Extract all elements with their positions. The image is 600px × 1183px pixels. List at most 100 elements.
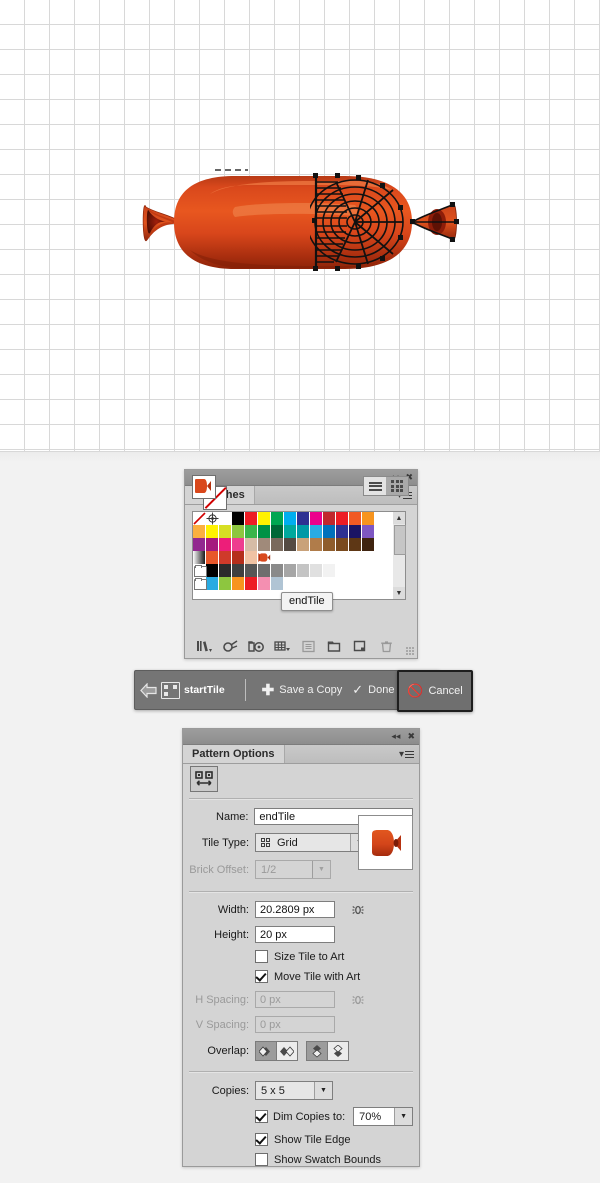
swatch-color[interactable]: [336, 538, 349, 551]
fill-stroke-indicator[interactable]: [192, 475, 232, 510]
swatch-color[interactable]: [245, 538, 258, 551]
swatch-color[interactable]: [297, 525, 310, 538]
chevron-down-icon[interactable]: ▼: [394, 1108, 413, 1125]
swatch-color[interactable]: [206, 538, 219, 551]
swatch-color[interactable]: [271, 577, 284, 590]
swatch-color[interactable]: [232, 538, 245, 551]
copies-select[interactable]: 5 x 5 ▼: [255, 1081, 333, 1100]
swatch-color[interactable]: [219, 564, 232, 577]
swatch-color[interactable]: [349, 512, 362, 525]
color-group-folder[interactable]: [193, 577, 207, 590]
color-group-icon[interactable]: [243, 637, 269, 655]
panel-menu-icon[interactable]: ▾: [399, 745, 419, 763]
swatch-color[interactable]: [297, 538, 310, 551]
salami-artwork[interactable]: [140, 160, 470, 285]
back-arrow-icon[interactable]: [135, 682, 161, 698]
link-dimensions-icon[interactable]: [351, 902, 365, 918]
library-icon[interactable]: [191, 637, 217, 655]
close-icon[interactable]: ✖: [407, 732, 415, 741]
swatch-color[interactable]: [258, 577, 271, 590]
swatch-color[interactable]: [206, 577, 219, 590]
pattern-tile-tool-icon[interactable]: [190, 766, 218, 792]
scroll-up-button[interactable]: ▲: [393, 512, 405, 524]
swatch-endtile-pattern[interactable]: [258, 551, 271, 564]
swatch-color[interactable]: [310, 512, 323, 525]
swatch-color[interactable]: [245, 551, 258, 564]
swatch-color[interactable]: [219, 551, 232, 564]
swatch-color[interactable]: [362, 538, 375, 551]
swatch-color[interactable]: [349, 538, 362, 551]
swatch-color[interactable]: [232, 577, 245, 590]
swatch-color[interactable]: [206, 525, 219, 538]
swatch-color[interactable]: [310, 564, 323, 577]
swatch-color[interactable]: [362, 512, 375, 525]
swatch-color[interactable]: [258, 564, 271, 577]
fill-pattern-swatch[interactable]: [192, 475, 216, 499]
swatch-color[interactable]: [245, 512, 258, 525]
swatch-color[interactable]: [193, 538, 206, 551]
swatch-color[interactable]: [258, 525, 271, 538]
done-button[interactable]: ✓ Done: [352, 682, 394, 698]
dim-copies-checkbox[interactable]: [255, 1110, 268, 1123]
swatch-color[interactable]: [284, 551, 297, 564]
swatch-color[interactable]: [245, 525, 258, 538]
swatch-color[interactable]: [284, 564, 297, 577]
swatch-color[interactable]: [232, 525, 245, 538]
show-swatch-bounds-checkbox[interactable]: [255, 1153, 268, 1166]
show-tile-edge-row[interactable]: Show Tile Edge: [183, 1133, 419, 1146]
overlap-bottom-in-front-button[interactable]: [306, 1041, 328, 1061]
swatch-color[interactable]: [206, 551, 219, 564]
move-tile-with-art-row[interactable]: Move Tile with Art: [183, 970, 419, 983]
swatch-color[interactable]: [349, 525, 362, 538]
list-view-button[interactable]: [364, 477, 386, 495]
scroll-down-button[interactable]: ▼: [393, 587, 405, 599]
swatch-color[interactable]: [245, 564, 258, 577]
swatch-color[interactable]: [284, 512, 297, 525]
size-tile-to-art-checkbox[interactable]: [255, 950, 268, 963]
swatch-color[interactable]: [258, 538, 271, 551]
size-tile-to-art-row[interactable]: Size Tile to Art: [183, 950, 419, 963]
swatch-color[interactable]: [336, 577, 349, 590]
swatch-gradient[interactable]: [193, 551, 206, 564]
swatch-color[interactable]: [297, 564, 310, 577]
swatch-view-modes[interactable]: [363, 476, 409, 496]
swatch-color[interactable]: [323, 577, 336, 590]
overlap-top-in-front-button[interactable]: [328, 1041, 349, 1061]
swatch-color[interactable]: [219, 538, 232, 551]
cancel-button[interactable]: 🚫 Cancel: [397, 670, 473, 712]
swatch-color[interactable]: [271, 538, 284, 551]
swatch-registration[interactable]: [206, 512, 219, 525]
swatch-color[interactable]: [323, 564, 336, 577]
swatch-color[interactable]: [284, 577, 297, 590]
overlap-right-in-front-button[interactable]: [277, 1041, 298, 1061]
swatch-color[interactable]: [219, 512, 232, 525]
swatch-color[interactable]: [336, 564, 349, 577]
show-tile-edge-checkbox[interactable]: [255, 1133, 268, 1146]
tile-type-select[interactable]: Grid ▼: [255, 833, 369, 852]
swatches-panel[interactable]: ◂◂ ✖ Swatches ▾: [184, 469, 418, 659]
swatch-color[interactable]: [193, 525, 206, 538]
link-swatch-icon[interactable]: [217, 637, 243, 655]
save-a-copy-button[interactable]: ✚ Save a Copy: [262, 683, 343, 698]
width-input[interactable]: 20.2809 px: [255, 901, 335, 918]
swatch-color[interactable]: [297, 512, 310, 525]
swatch-color[interactable]: [232, 512, 245, 525]
swatch-scrollbar[interactable]: ▲ ▼: [393, 511, 406, 600]
swatch-color[interactable]: [271, 525, 284, 538]
swatch-color[interactable]: [336, 525, 349, 538]
swatch-color[interactable]: [323, 551, 336, 564]
pattern-edit-control-bar[interactable]: startTile ✚ Save a Copy ✓ Done: [134, 670, 440, 710]
folder-icon[interactable]: [321, 637, 347, 655]
swatch-color[interactable]: [336, 551, 349, 564]
swatch-color[interactable]: [310, 525, 323, 538]
swatch-none[interactable]: [193, 512, 206, 525]
move-tile-with-art-checkbox[interactable]: [255, 970, 268, 983]
dim-copies-select[interactable]: 70% ▼: [353, 1107, 414, 1126]
swatch-color[interactable]: [297, 577, 310, 590]
color-group-folder[interactable]: [193, 564, 207, 577]
artboard-canvas[interactable]: [0, 0, 600, 452]
swatch-color[interactable]: [349, 577, 362, 590]
swatch-color[interactable]: [310, 577, 323, 590]
swatch-color[interactable]: [284, 525, 297, 538]
swatches-footer[interactable]: [187, 636, 417, 656]
